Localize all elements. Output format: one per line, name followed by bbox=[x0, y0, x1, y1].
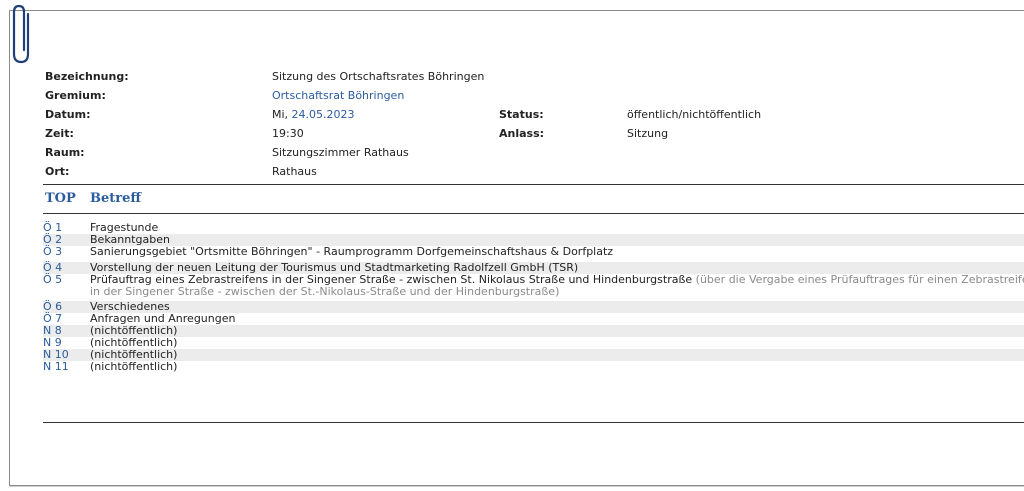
agenda-item-title: Sanierungsgebiet "Ortsmitte Böhringen" -… bbox=[90, 245, 614, 258]
datum-value: Mi, 24.05.2023 bbox=[272, 105, 355, 124]
agenda-item: Ö 1 Fragestunde bbox=[43, 222, 1024, 234]
agenda-item-title: (nichtöffentlich) bbox=[90, 360, 178, 373]
datum-link[interactable]: 24.05.2023 bbox=[292, 108, 355, 121]
agenda-item-title: (nichtöffentlich) bbox=[90, 348, 178, 361]
agenda-item-note: (über die Vergabe eines Prüfauftrages fü… bbox=[695, 273, 1024, 286]
agenda-item: Ö 3 Sanierungsgebiet "Ortsmitte Böhringe… bbox=[43, 246, 1024, 258]
raum-label: Raum: bbox=[45, 146, 85, 159]
row-ort: Ort: Rathaus bbox=[45, 162, 1024, 181]
agenda-item-note-continued: in der Singener Straße - zwischen der St… bbox=[90, 285, 560, 298]
meeting-details: Bezeichnung: Sitzung des Ortschaftsrates… bbox=[45, 67, 1024, 181]
agenda-item: Ö 7 Anfragen und Anregungen bbox=[43, 313, 1024, 325]
divider-top bbox=[43, 184, 1024, 185]
agenda-item: Ö 5 Prüfauftrag eines Zebrastreifens in … bbox=[43, 274, 1024, 298]
agenda-item-title: (nichtöffentlich) bbox=[90, 324, 178, 337]
agenda-item-title: (nichtöffentlich) bbox=[90, 336, 178, 349]
anlass-value: Sitzung bbox=[627, 127, 669, 140]
agenda-item-title: Fragestunde bbox=[90, 221, 159, 234]
bezeichnung-label: Bezeichnung: bbox=[45, 70, 129, 83]
datum-label: Datum: bbox=[45, 108, 91, 121]
col-betreff-header: Betreff bbox=[90, 191, 142, 206]
agenda-item-number[interactable]: N 11 bbox=[43, 361, 69, 373]
bezeichnung-value: Sitzung des Ortschaftsrates Böhringen bbox=[272, 70, 485, 83]
gremium-label: Gremium: bbox=[45, 89, 106, 102]
row-gremium: Gremium: Ortschaftsrat Böhringen bbox=[45, 86, 1024, 105]
agenda-item: N 8 (nichtöffentlich) bbox=[43, 325, 1024, 337]
col-top-header: TOP bbox=[45, 191, 76, 206]
row-zeit: Zeit: 19:30 Anlass: Sitzung bbox=[45, 124, 1024, 143]
row-bezeichnung: Bezeichnung: Sitzung des Ortschaftsrates… bbox=[45, 67, 1024, 86]
agenda-item-title: Anfragen und Anregungen bbox=[90, 312, 236, 325]
row-raum: Raum: Sitzungszimmer Rathaus bbox=[45, 143, 1024, 162]
agenda-item: N 11 (nichtöffentlich) bbox=[43, 361, 1024, 373]
agenda-item-number[interactable]: Ö 3 bbox=[43, 246, 62, 258]
paperclip-icon bbox=[12, 4, 30, 64]
row-datum: Datum: Mi, 24.05.2023 Status: öffentlich… bbox=[45, 105, 1024, 124]
status-label: Status: bbox=[499, 108, 544, 121]
ort-value: Rathaus bbox=[272, 165, 317, 178]
agenda-header: TOP Betreff bbox=[45, 191, 1024, 211]
divider-bottom bbox=[43, 422, 1024, 423]
agenda-item: N 10 (nichtöffentlich) bbox=[43, 349, 1024, 361]
datum-weekday: Mi, bbox=[272, 108, 289, 121]
status-value: öffentlich/nichtöffentlich bbox=[627, 108, 762, 121]
agenda-item-number[interactable]: Ö 5 bbox=[43, 274, 62, 286]
divider-header bbox=[43, 213, 1024, 214]
anlass-label: Anlass: bbox=[499, 127, 545, 140]
agenda-item: N 9 (nichtöffentlich) bbox=[43, 337, 1024, 349]
ort-label: Ort: bbox=[45, 165, 70, 178]
zeit-label: Zeit: bbox=[45, 127, 74, 140]
raum-value: Sitzungszimmer Rathaus bbox=[272, 146, 409, 159]
zeit-value: 19:30 bbox=[272, 127, 304, 140]
agenda-list: Ö 1 Fragestunde Ö 2 Bekanntgaben Ö 3 San… bbox=[43, 222, 1024, 373]
gremium-link[interactable]: Ortschaftsrat Böhringen bbox=[272, 86, 404, 105]
